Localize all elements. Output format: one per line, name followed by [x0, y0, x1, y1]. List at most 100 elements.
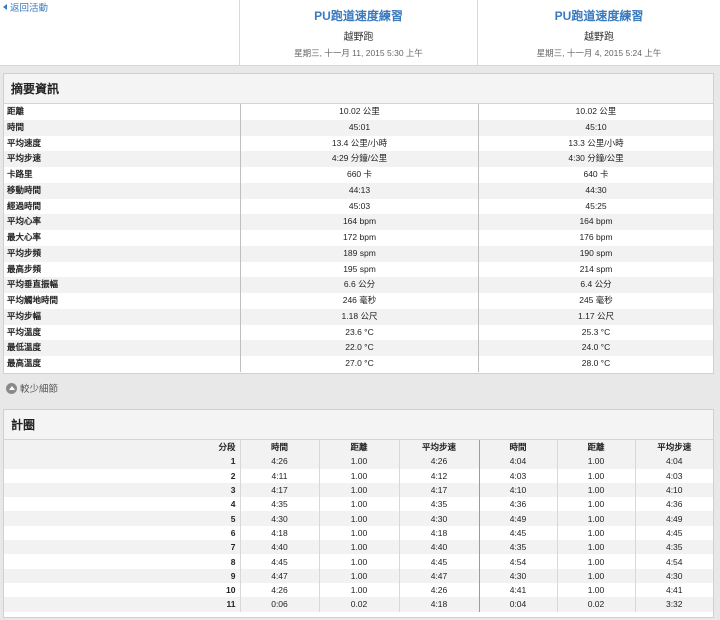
summary-value-activity-1: 27.0 °C — [240, 356, 478, 372]
lap-segment: 6 — [230, 527, 236, 538]
summary-title: 摘要資訊 — [4, 74, 713, 104]
summary-value-activity-1: 189 spm — [240, 245, 478, 262]
summary-row: 移動時間 44:13 44:30 — [4, 182, 713, 199]
summary-value-activity-1: 23.6 °C — [240, 324, 478, 341]
compare-header: 返回活動 PU跑道速度練習 越野跑 星期三, 十一月 11, 2015 5:30… — [0, 0, 720, 66]
lap-distance-activity-2: 1.00 — [556, 482, 635, 498]
summary-row: 最高步頻 195 spm 214 spm — [4, 261, 713, 278]
summary-label: 平均觸地時間 — [7, 295, 59, 305]
lap-avg-pace-activity-2: 4:03 — [634, 468, 713, 483]
summary-value-activity-1: 1.18 公尺 — [240, 308, 478, 325]
lap-distance-activity-1: 1.00 — [318, 511, 399, 526]
summary-value-activity-2: 10.02 公里 — [478, 104, 713, 120]
lap-avg-pace-activity-1: 4:47 — [398, 568, 479, 583]
lap-avg-pace-activity-2: 3:32 — [634, 597, 713, 612]
less-details-toggle[interactable]: 較少細節 — [6, 381, 58, 395]
summary-row: 時間 45:01 45:10 — [4, 119, 713, 136]
back-to-activities-link[interactable]: 返回活動 — [3, 0, 48, 14]
summary-label: 平均垂直振幅 — [7, 279, 59, 290]
lap-time-activity-1: 0:06 — [239, 597, 319, 612]
lap-segment: 5 — [4, 511, 240, 526]
back-label: 返回活動 — [10, 3, 49, 14]
summary-value-activity-2: 45:25 — [478, 198, 713, 215]
summary-value-activity-2: 640 卡 — [478, 167, 713, 183]
summary-row: 平均心率 164 bpm 164 bpm — [4, 214, 713, 230]
activity-column-2: PU跑道速度練習 越野跑 星期三, 十一月 4, 2015 5:24 上午 — [477, 0, 720, 66]
activity-type: 越野跑 — [343, 32, 374, 43]
summary-label: 平均速度 — [7, 137, 42, 148]
summary-value-activity-1: 45:01 — [240, 119, 478, 136]
lap-segment: 2 — [230, 470, 236, 481]
summary-label: 平均步幅 — [7, 310, 42, 321]
lap-avg-pace-activity-2: 4:36 — [634, 497, 713, 512]
summary-row: 平均溫度 23.6 °C 25.3 °C — [4, 324, 713, 341]
lap-row: 9 4:47 1.00 4:47 4:30 1.00 4:30 — [4, 568, 713, 583]
lap-row: 1 4:26 1.00 4:26 4:04 1.00 4:04 — [4, 454, 713, 469]
lap-distance-activity-1: 1.00 — [318, 540, 399, 555]
lap-row: 2 4:11 1.00 4:12 4:03 1.00 4:03 — [4, 468, 713, 483]
lap-time-activity-2: 4:10 — [478, 482, 557, 498]
lap-avg-pace-activity-2: 4:35 — [634, 540, 713, 555]
summary-value-activity-2: 6.4 公分 — [478, 277, 713, 293]
lap-distance-activity-2: 0.02 — [556, 597, 635, 612]
lap-avg-pace-activity-1: 4:26 — [398, 582, 479, 598]
collapse-icon — [6, 382, 17, 394]
lap-time-activity-1: 4:47 — [239, 568, 319, 583]
lap-time-activity-1: 4:26 — [239, 454, 319, 469]
lap-distance-activity-1: 0.02 — [318, 597, 399, 612]
activity-date: 星期三, 十一月 11, 2015 5:30 上午 — [294, 48, 423, 58]
lap-distance-activity-2: 1.00 — [556, 497, 635, 512]
summary-row: 距離 10.02 公里 10.02 公里 — [4, 104, 713, 120]
summary-label: 最低溫度 — [7, 342, 42, 353]
summary-value-activity-2: 25.3 °C — [478, 324, 713, 341]
summary-value-activity-1: 44:13 — [240, 182, 478, 199]
activity-title[interactable]: PU跑道速度練習 — [240, 7, 477, 24]
summary-label: 平均溫度 — [7, 326, 42, 337]
lap-distance-activity-1: 1.00 — [318, 454, 399, 469]
summary-label: 最高溫度 — [7, 358, 42, 368]
summary-value-activity-2: 44:30 — [478, 182, 713, 199]
lap-segment: 7 — [4, 540, 240, 555]
summary-table: 距離 10.02 公里 10.02 公里 時間 45:01 45:10 平均速度 13.4 公… — [4, 104, 713, 372]
activity-title[interactable]: PU跑道速度練習 — [478, 7, 720, 24]
lap-segment: 11 — [4, 597, 240, 612]
header-avg-pace: 平均步速 — [634, 440, 713, 455]
summary-value-activity-1: 22.0 °C — [240, 340, 478, 356]
lap-avg-pace-activity-2: 4:54 — [634, 554, 713, 569]
lap-segment: 1 — [4, 454, 240, 469]
summary-row: 平均速度 13.4 公里/小時 13.3 公里/小時 — [4, 135, 713, 152]
summary-value-activity-2: 190 spm — [478, 245, 713, 262]
summary-row: 平均步幅 1.18 公尺 1.17 公尺 — [4, 308, 713, 325]
summary-value-activity-2: 45:10 — [478, 119, 713, 136]
activity-date: 星期三, 十一月 4, 2015 5:24 上午 — [536, 48, 662, 58]
lap-row: 3 4:17 1.00 4:17 4:10 1.00 4:10 — [4, 482, 713, 498]
summary-label: 平均心率 — [7, 216, 42, 227]
summary-label: 卡路里 — [7, 169, 33, 179]
lap-distance-activity-1: 1.00 — [318, 497, 399, 512]
lap-segment: 4 — [230, 499, 236, 510]
lap-segment: 10 — [226, 585, 236, 596]
lap-distance-activity-2: 1.00 — [556, 511, 635, 526]
summary-row: 平均步速 4:29 分鐘/公里 4:30 分鐘/公里 — [4, 151, 713, 167]
lap-avg-pace-activity-1: 4:17 — [398, 482, 479, 498]
lap-avg-pace-activity-2: 4:49 — [634, 511, 713, 526]
lap-time-activity-1: 4:18 — [239, 525, 319, 541]
lap-row: 5 4:30 1.00 4:30 4:49 1.00 4:49 — [4, 511, 713, 526]
lap-avg-pace-activity-1: 4:18 — [398, 597, 479, 612]
summary-row: 最低溫度 22.0 °C 24.0 °C — [4, 340, 713, 356]
activity-column-1: PU跑道速度練習 越野跑 星期三, 十一月 11, 2015 5:30 上午 — [239, 0, 477, 66]
summary-value-activity-1: 660 卡 — [240, 167, 478, 183]
header-avg-pace: 平均步速 — [398, 440, 479, 455]
lap-time-activity-2: 4:54 — [478, 554, 557, 569]
lap-distance-activity-2: 1.00 — [556, 554, 635, 569]
less-details-label: 較少細節 — [20, 384, 59, 395]
summary-panel: 摘要資訊 距離 10.02 公里 10.02 公里 時間 45:01 45:10 平均速度 1… — [3, 73, 714, 374]
lap-distance-activity-1: 1.00 — [318, 554, 399, 569]
summary-value-activity-2: 24.0 °C — [478, 340, 713, 356]
lap-time-activity-2: 4:35 — [478, 540, 557, 555]
lap-avg-pace-activity-2: 4:04 — [634, 454, 713, 469]
lap-distance-activity-2: 1.00 — [556, 582, 635, 598]
summary-value-activity-2: 4:30 分鐘/公里 — [478, 151, 713, 167]
lap-distance-activity-2: 1.00 — [556, 568, 635, 583]
header-distance: 距離 — [318, 440, 399, 455]
